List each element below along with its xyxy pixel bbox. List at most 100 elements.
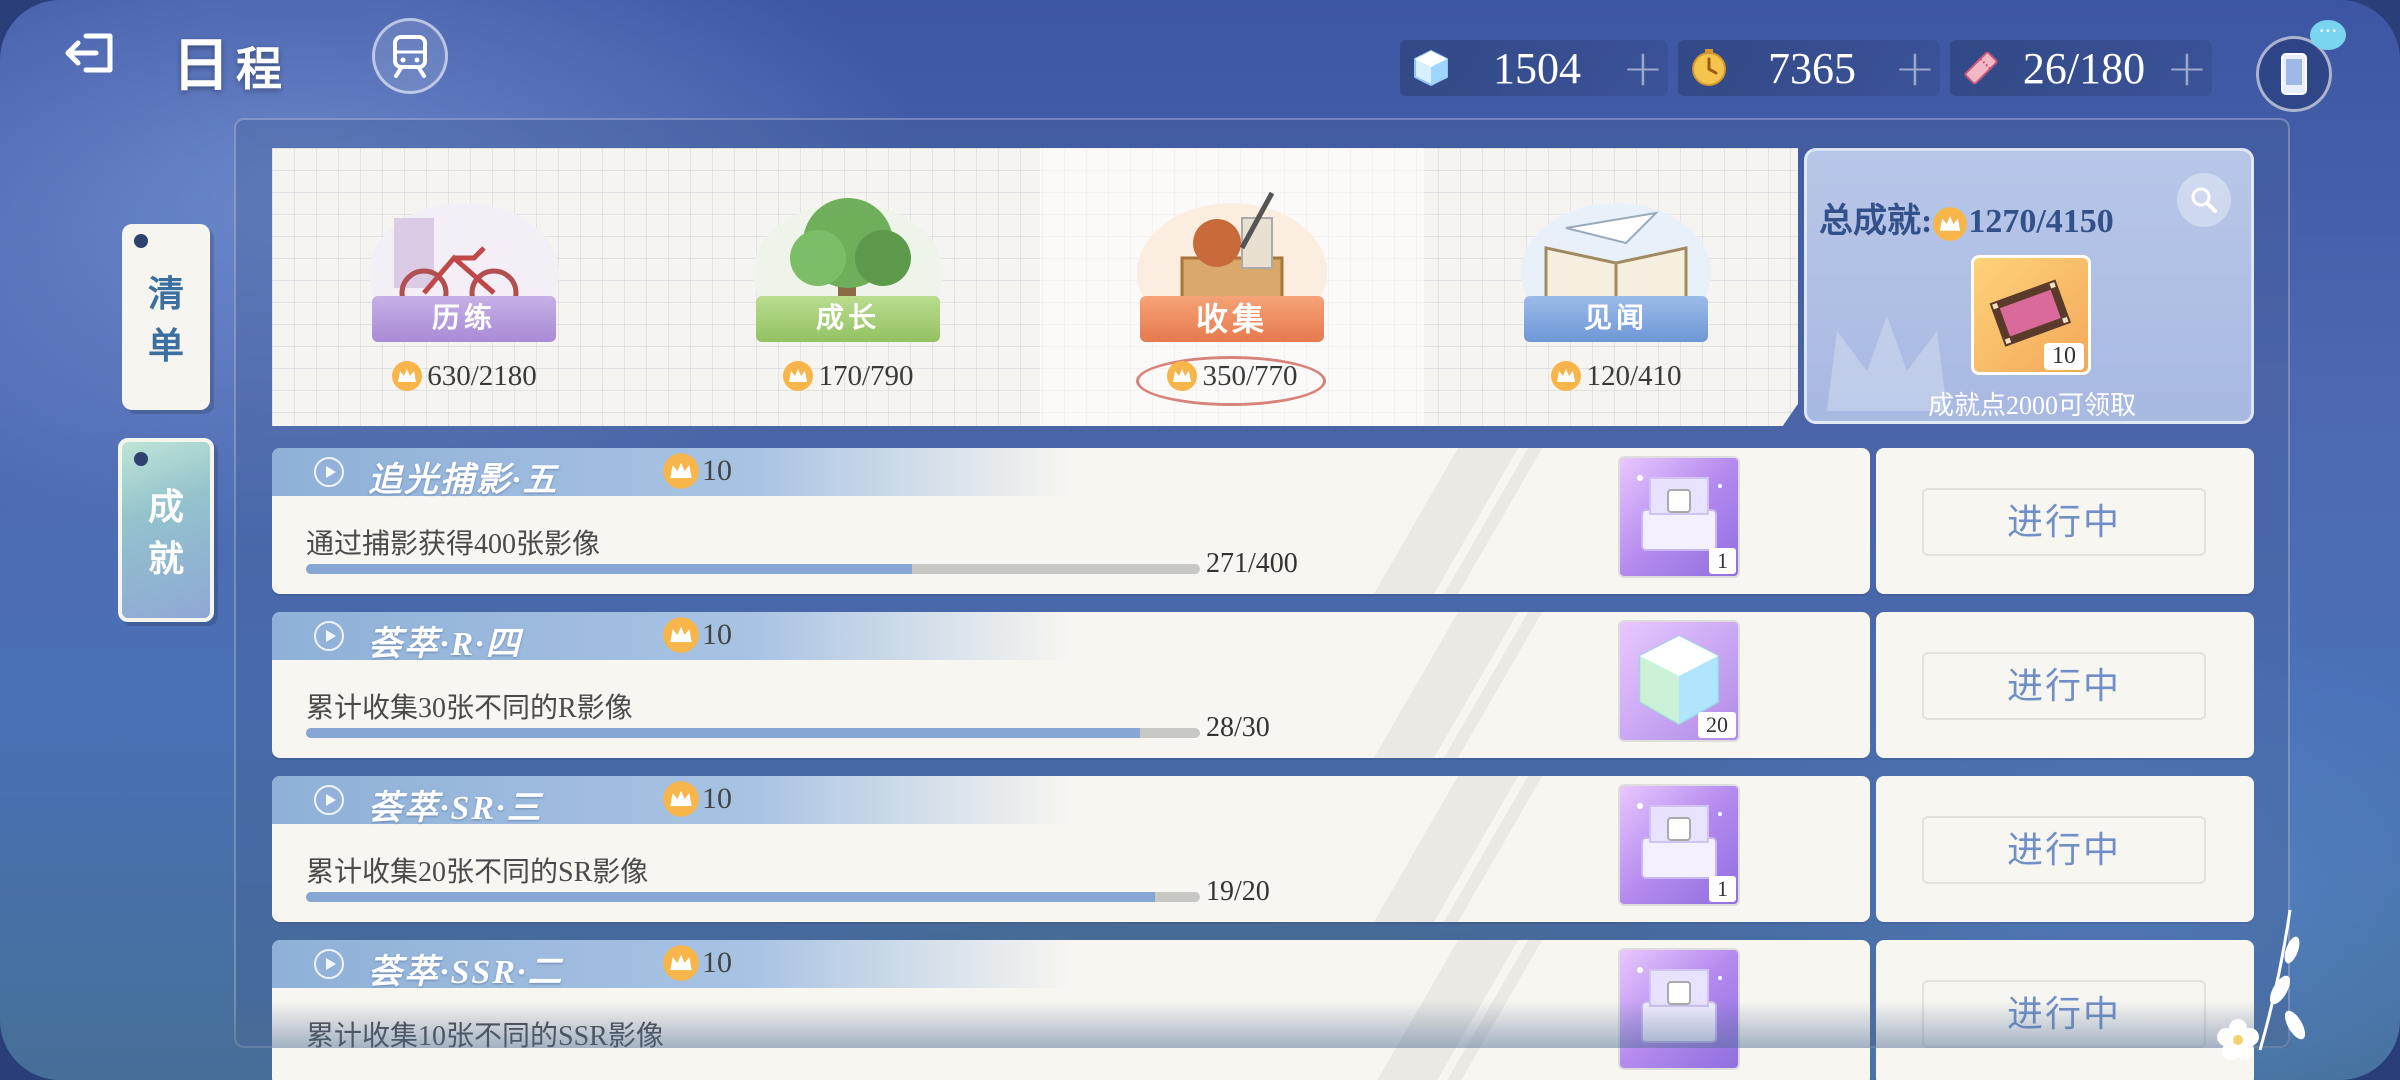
category-label: 收集	[1140, 296, 1324, 342]
crown-icon	[783, 361, 814, 392]
add-crystal-button[interactable]: +	[1618, 43, 1668, 93]
crown-icon	[663, 945, 699, 981]
play-icon[interactable]	[314, 621, 344, 651]
crown-icon	[1167, 361, 1198, 392]
play-icon[interactable]	[314, 457, 344, 487]
coin-icon	[1684, 43, 1734, 93]
decor-slash	[1354, 448, 1530, 594]
category-insight[interactable]: 见闻 120/410	[1424, 148, 1798, 426]
status-button[interactable]: 进行中	[1922, 816, 2206, 884]
reward-count: 10	[2044, 343, 2084, 370]
achievement-name: 追光捕影·五	[368, 462, 559, 499]
play-icon[interactable]	[314, 785, 344, 815]
total-achievement-card: 总成就: 1270/4150 10 成就点2000可领取	[1804, 148, 2254, 424]
train-icon	[393, 35, 427, 78]
status-button[interactable]: 进行中	[1922, 652, 2206, 720]
crown-icon	[392, 361, 423, 392]
achievement-status-cell: 进行中	[1876, 448, 2254, 594]
decor-slash	[1354, 776, 1530, 922]
achievement-points: 10	[662, 944, 732, 982]
magnify-icon	[2191, 187, 2217, 213]
crown-icon	[1551, 361, 1582, 392]
achievement-row: 追光捕影·五 10 通过捕影获得400张影像 271/400 1	[272, 448, 1870, 594]
category-score: 350/770	[1040, 358, 1424, 393]
progress-bar	[306, 564, 1200, 574]
total-achievement-title: 总成就: 1270/4150	[1819, 193, 2114, 242]
currency-value: 26/180	[2022, 43, 2146, 93]
achievement-status-cell: 进行中	[1876, 776, 2254, 922]
currency-value: 7365	[1768, 43, 1856, 93]
page-title: 日程	[172, 18, 288, 102]
achievement-name: 荟萃·SSR·二	[368, 954, 564, 991]
decor-slash	[1354, 940, 1530, 1080]
achievement-row: 荟萃·R·四 10 累计收集30张不同的R影像 28/30 20	[272, 612, 1870, 758]
crystal-icon	[1406, 43, 1456, 93]
train-button[interactable]	[372, 18, 448, 94]
achievement-points: 10	[662, 780, 732, 818]
claim-hint: 成就点2000可领取	[1927, 391, 2136, 420]
currency-value: 1504	[1493, 43, 1581, 93]
category-growth[interactable]: 成长 170/790	[656, 148, 1040, 426]
crown-icon	[663, 453, 699, 489]
category-score: 170/790	[656, 358, 1040, 393]
progress-fill	[306, 564, 913, 574]
achievement-name: 荟萃·SR·三	[368, 790, 543, 827]
reward-count: 20	[1698, 712, 1736, 738]
add-ticket-button[interactable]: +	[2162, 43, 2212, 93]
achievement-description: 累计收集30张不同的R影像	[306, 693, 633, 724]
category-collection[interactable]: 收集 350/770	[1040, 148, 1424, 426]
achievement-row: 荟萃·SR·三 10 累计收集20张不同的SR影像 19/20 1	[272, 776, 1870, 922]
achievement-description: 累计收集10张不同的SSR影像	[306, 1021, 664, 1052]
tab-achievement[interactable]: 成 就	[118, 438, 214, 622]
progress-fill	[306, 892, 1156, 902]
progress-text: 28/30	[1206, 712, 1270, 743]
achievement-row: 荟萃·SSR·二 10 累计收集10张不同的SSR影像	[272, 940, 1870, 1080]
tab-achievement-char-1: 成	[147, 487, 184, 527]
achievement-points: 10	[662, 616, 732, 654]
page-title-rest: 程	[236, 44, 289, 95]
exit-icon[interactable]	[60, 28, 120, 78]
points-value: 10	[702, 618, 732, 651]
status-button[interactable]: 进行中	[1922, 488, 2206, 556]
achievement-description: 通过捕影获得400张影像	[306, 529, 601, 560]
category-label: 历练	[372, 296, 556, 342]
category-score: 630/2180	[272, 358, 656, 393]
tab-list[interactable]: 清 单	[122, 224, 210, 410]
category-strip: 历练 630/2180 成长 170/790 收集 350/770 见闻 120…	[272, 148, 1798, 426]
status-button[interactable]: 进行中	[1922, 980, 2206, 1048]
reward-item[interactable]: 1	[1618, 456, 1740, 578]
category-label: 见闻	[1524, 296, 1708, 342]
reward-item[interactable]	[1618, 948, 1740, 1070]
decor-slash	[1354, 612, 1530, 758]
points-value: 10	[702, 782, 732, 815]
points-value: 10	[702, 946, 732, 979]
magnify-button[interactable]	[2177, 173, 2231, 227]
total-reward-item[interactable]: 10	[1971, 255, 2091, 375]
tab-achievement-char-2: 就	[147, 539, 184, 579]
reward-item[interactable]: 20	[1618, 620, 1740, 742]
page-title-main: 日	[172, 33, 237, 98]
progress-fill	[306, 728, 1141, 738]
play-icon[interactable]	[314, 949, 344, 979]
currency-crystal: 1504 +	[1400, 40, 1668, 96]
category-label: 成长	[756, 296, 940, 342]
reward-item[interactable]: 1	[1618, 784, 1740, 906]
category-experience[interactable]: 历练 630/2180	[272, 148, 656, 426]
achievement-description: 累计收集20张不同的SR影像	[306, 857, 649, 888]
progress-text: 271/400	[1206, 548, 1298, 579]
progress-bar	[306, 892, 1200, 902]
app-background: 日程 1504 + 7365 + 26/180 + ··· 清 单 成 就 历练…	[0, 0, 2400, 1080]
points-value: 10	[702, 454, 732, 487]
tab-dot	[134, 452, 148, 466]
total-score: 1270/4150	[1968, 203, 2114, 240]
notification-badge: ···	[2310, 20, 2346, 50]
category-score: 120/410	[1424, 358, 1798, 393]
currency-coin: 7365 +	[1678, 40, 1940, 96]
ticket-icon	[1956, 43, 2006, 93]
add-coin-button[interactable]: +	[1890, 43, 1940, 93]
crown-icon	[663, 781, 699, 817]
phone-icon	[2281, 53, 2307, 95]
reward-count: 1	[1709, 548, 1736, 574]
reward-count: 1	[1709, 876, 1736, 902]
tab-dot	[134, 234, 148, 248]
